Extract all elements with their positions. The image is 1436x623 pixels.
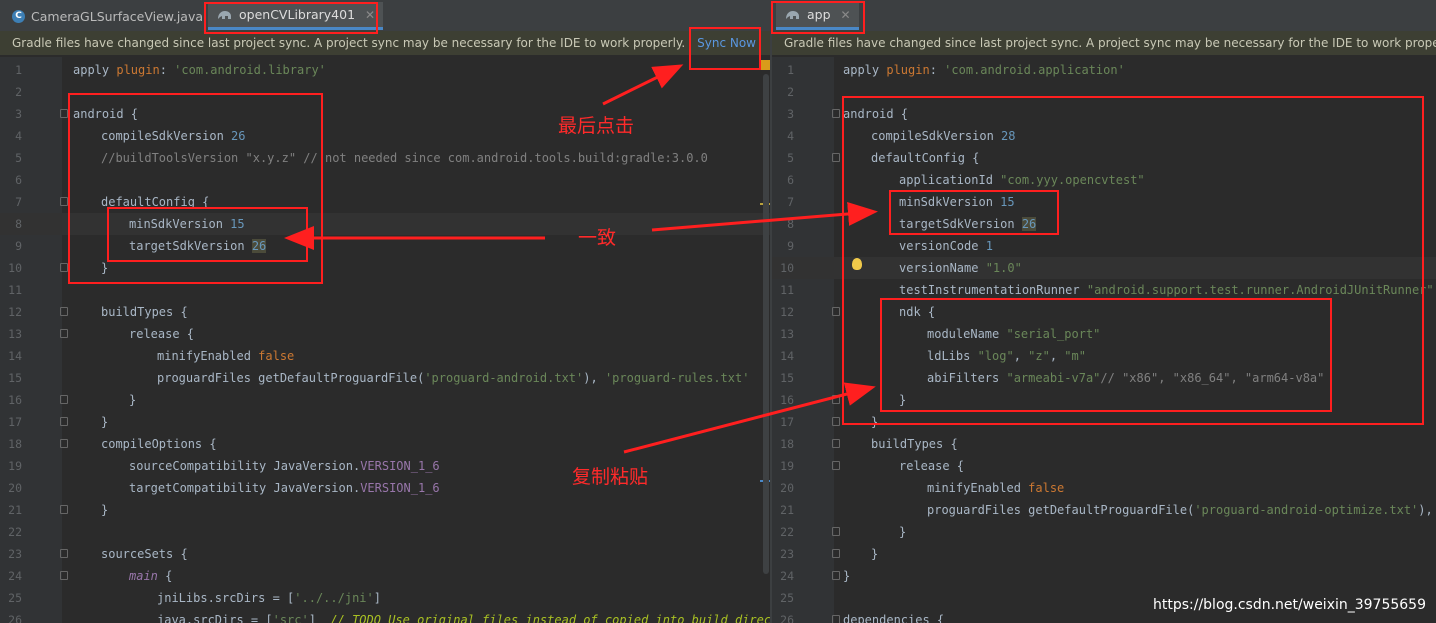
code-line: 24 main { [8,569,173,583]
tab-label: CameraGLSurfaceView.java [31,8,204,24]
highlight-box-library-tab [204,2,378,34]
code-line: 21 proguardFiles getDefaultProguardFile('… [780,503,1433,517]
gradle-sync-notification: Gradle files have changed since last pro… [0,31,770,55]
code-line: 23 sourceSets { [8,547,188,561]
highlight-box-ndk [880,298,1332,412]
code-line: 13 release { [8,327,195,341]
code-line: 23} [780,547,879,561]
code-line: 12 buildTypes { [8,305,188,319]
code-line: 1 apply plugin: 'com.android.application' [787,63,1125,77]
left-tab-bar: C CameraGLSurfaceView.java ✕ openCVLibra… [0,0,770,32]
code-line: 19 release { [780,459,965,473]
code-line: 15 proguardFiles getDefaultProguardFile('… [8,371,750,385]
code-line: 14 minifyEnabled false [8,349,295,363]
tab-cameraglsurfaceview[interactable]: C CameraGLSurfaceView.java ✕ [4,2,231,30]
code-line: 17} [8,415,109,429]
code-line: 24} [780,569,851,583]
gradle-sync-notification: Gradle files have changed since last pro… [772,31,1436,55]
code-line: 20 minifyEnabled false [780,481,1065,495]
watermark-url: https://blog.csdn.net/weixin_39755659 [1152,597,1426,613]
highlight-box-app-tab [771,1,865,34]
code-line: 16} [8,393,137,407]
code-line: 19 sourceCompatibility JavaVersion.VERSIO… [8,459,440,473]
highlight-box-sync-now [689,27,761,70]
code-line: 22 [8,525,22,539]
code-line: 20 targetCompatibility JavaVersion.VERSIO… [8,481,440,495]
highlight-box-right-sdk [889,190,1059,235]
annotation-sync-hint: 最后点击 [558,115,635,137]
right-tab-bar: app ✕ [772,0,1436,32]
code-line: 26 java.srcDirs = ['src'] // TODO Use ori… [8,613,770,623]
code-line: 25 jniLibs.srcDirs = ['../../jni'] [8,591,381,605]
code-line: 18 buildTypes { [780,437,958,451]
java-class-icon: C [12,9,25,23]
highlight-box-left-sdk [107,207,308,262]
warning-marker[interactable] [761,60,770,70]
annotation-copy-hint: 复制粘贴 [572,466,649,488]
annotation-match-hint: 一致 [578,227,617,249]
code-line: 18 compileOptions { [8,437,217,451]
code-line: 1 apply plugin: 'com.android.library' [15,63,326,77]
code-line: 21} [8,503,109,517]
vertical-scrollbar[interactable] [763,74,769,574]
code-line: 22} [780,525,907,539]
